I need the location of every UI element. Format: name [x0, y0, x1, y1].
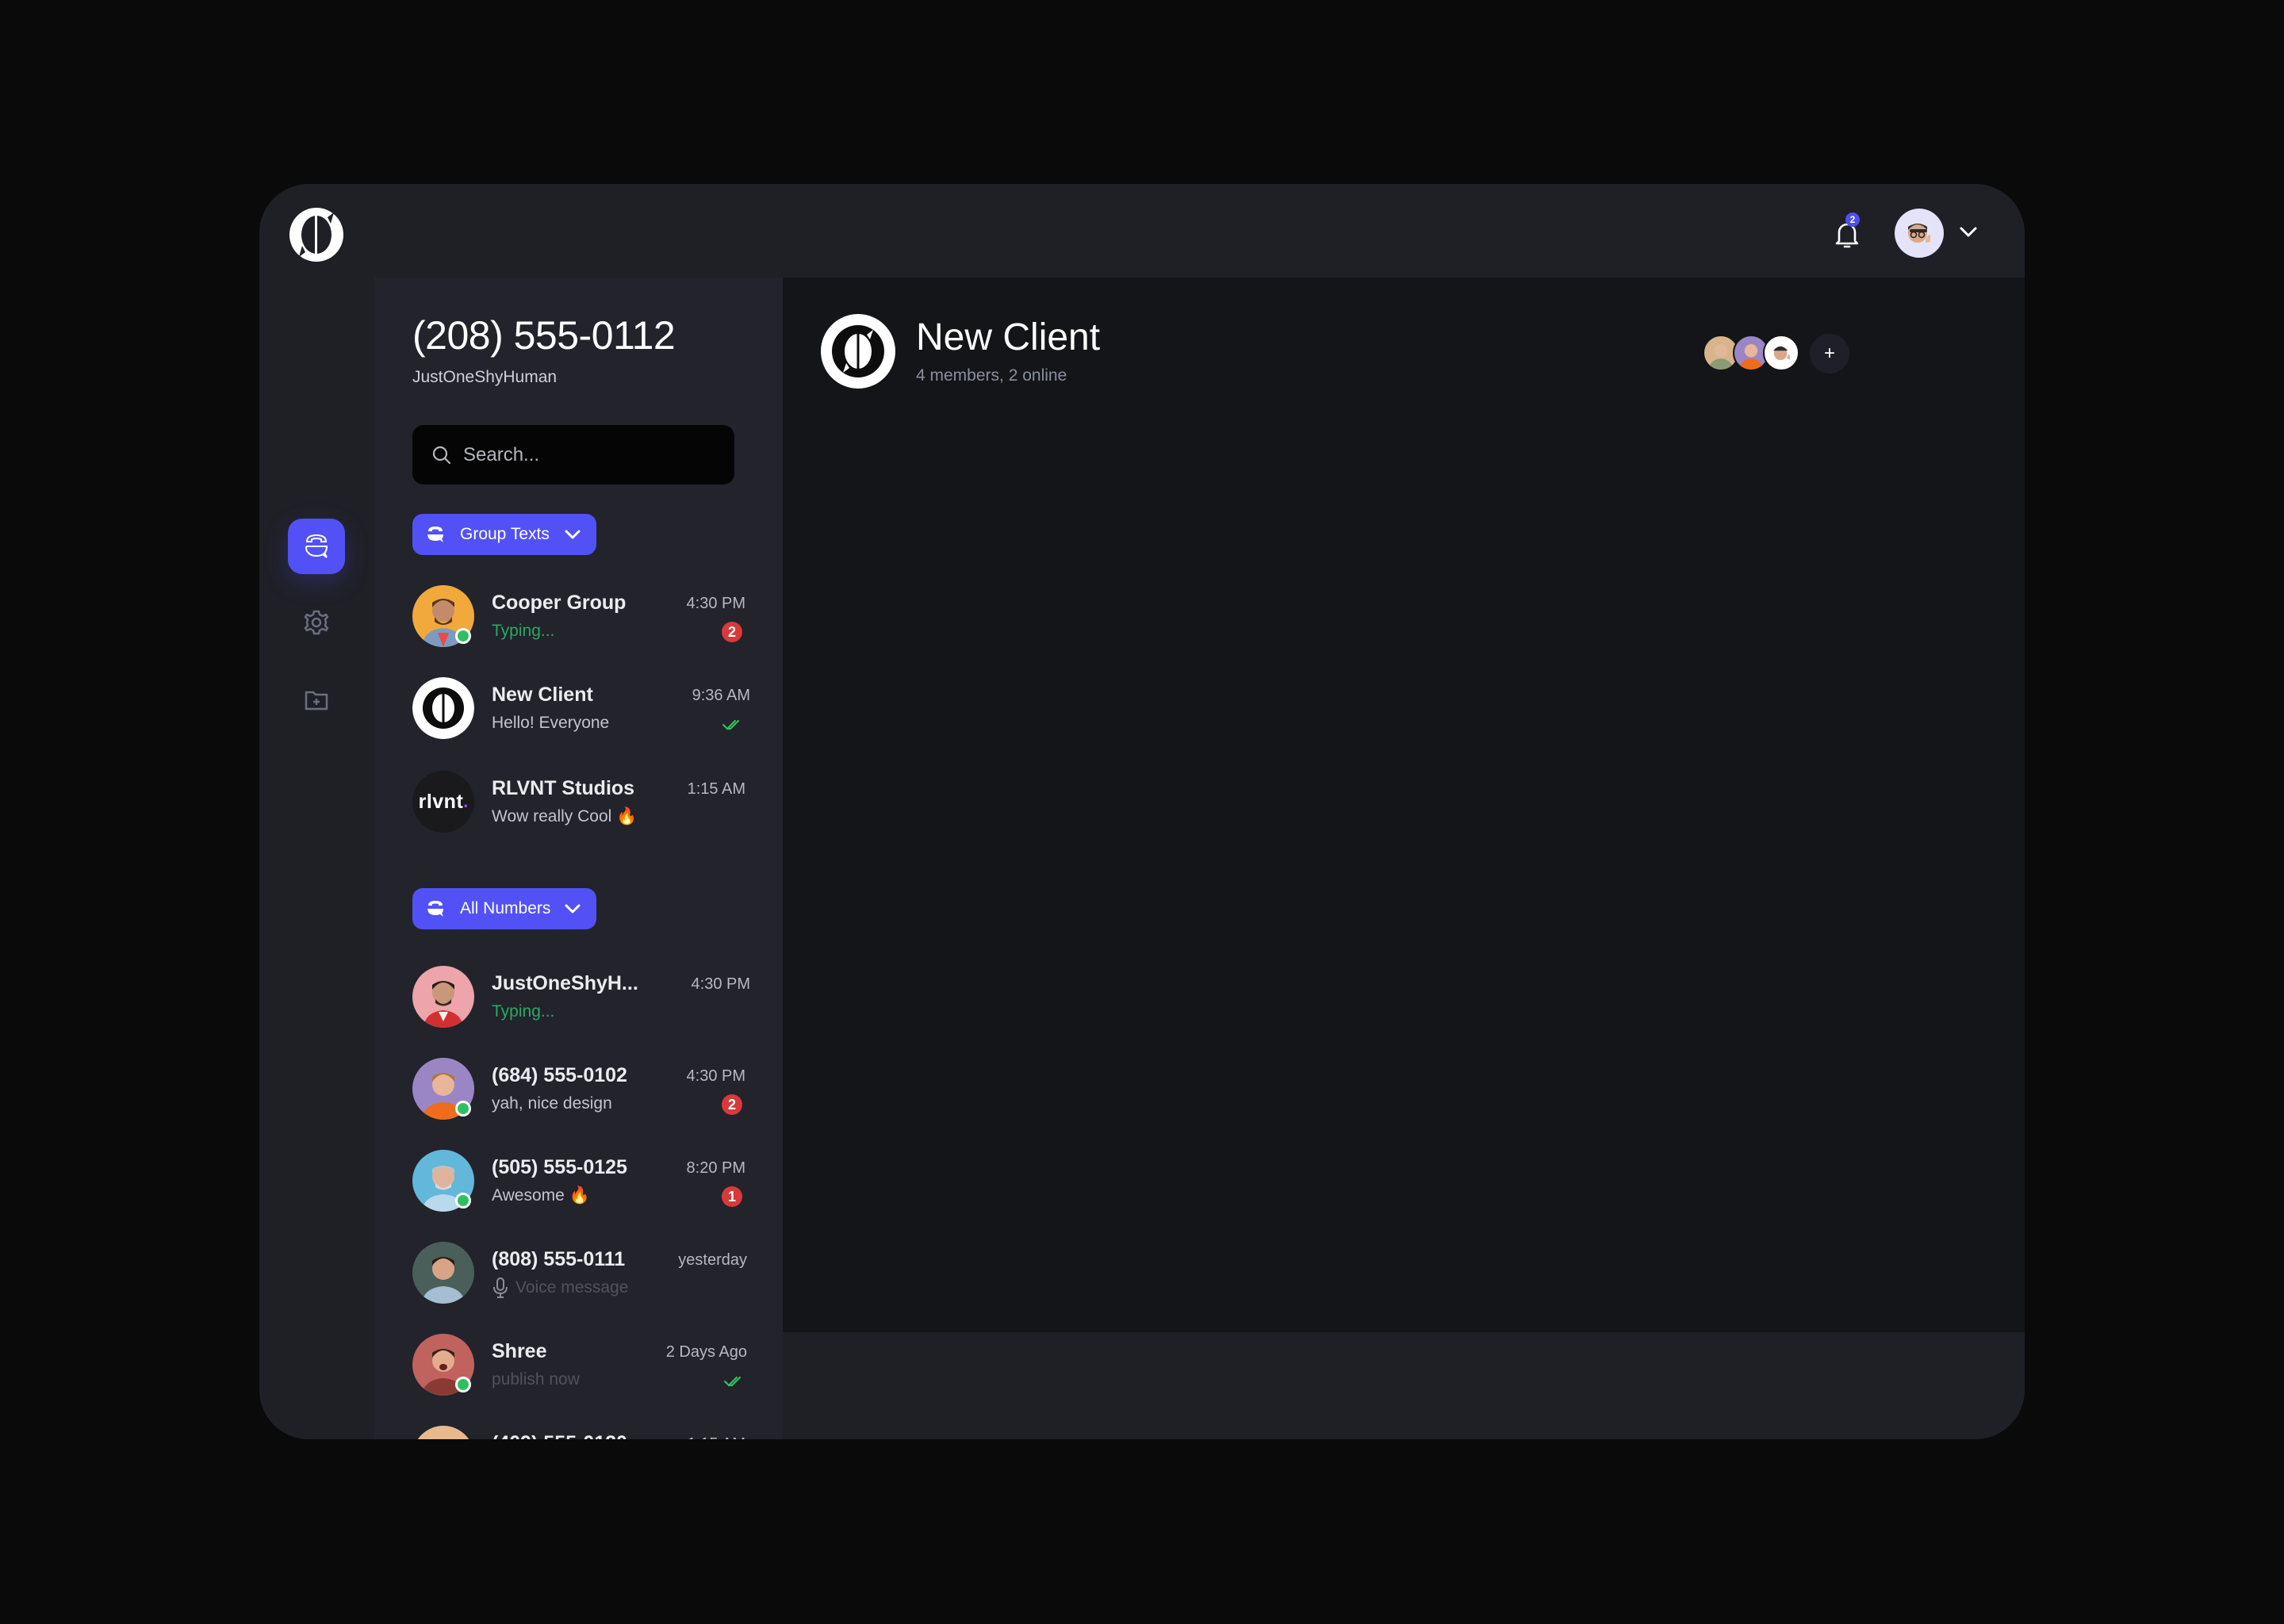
conversation-item[interactable]: (409) 555-0120 1:15 AM — [412, 1426, 745, 1439]
microphone-icon — [493, 1277, 508, 1298]
conversation-name: (808) 555-0111 — [492, 1248, 626, 1270]
chat-title: New Client — [916, 316, 1101, 358]
phone-chat-icon — [305, 534, 328, 558]
online-indicator — [455, 1101, 471, 1116]
conversation-preview: yah, nice design — [492, 1094, 612, 1113]
rlvnt-logo: rlvnt. — [412, 771, 474, 833]
conversation-item[interactable]: Shree publish now 2 Days Ago — [412, 1334, 747, 1397]
account-phone-number: (208) 555-0112 — [412, 313, 676, 358]
conversation-name: JustOneShyH... — [492, 972, 638, 994]
conversation-item[interactable]: (684) 555-0102 yah, nice design 4:30 PM … — [412, 1058, 745, 1121]
user-avatar[interactable] — [1895, 209, 1944, 258]
online-indicator — [455, 1377, 471, 1392]
search-icon — [432, 446, 451, 464]
conversation-time: 2 Days Ago — [665, 1343, 747, 1361]
search-input[interactable] — [463, 443, 717, 466]
member-avatars[interactable] — [1703, 335, 1799, 371]
group-texts-dropdown[interactable]: Group Texts — [412, 514, 596, 555]
conversation-item[interactable]: (808) 555-0111 Voice message yesterday — [412, 1242, 747, 1305]
account-menu-chevron-icon[interactable] — [1955, 220, 1982, 244]
conversation-time: 4:30 PM — [691, 975, 750, 993]
phone-chat-icon — [427, 901, 443, 917]
double-check-icon — [722, 719, 740, 730]
conversation-item[interactable]: Cooper Group Typing... 4:30 PM 2 — [412, 585, 745, 649]
all-numbers-label: All Numbers — [460, 899, 551, 917]
conversation-time: 9:36 AM — [692, 687, 750, 704]
notification-badge: 2 — [1845, 213, 1860, 227]
chat-members-status: 4 members, 2 online — [916, 366, 1067, 385]
folder-plus-icon — [305, 691, 328, 710]
unread-badge: 1 — [722, 1186, 742, 1207]
conversation-name: New Client — [492, 684, 593, 706]
unread-badge: 2 — [722, 622, 742, 642]
conversation-preview: Wow really Cool 🔥 — [492, 807, 638, 825]
conversation-item[interactable]: (505) 555-0125 Awesome 🔥 8:20 PM 1 — [412, 1150, 745, 1213]
memoji-avatar-icon — [1908, 224, 1930, 243]
conversation-time: 1:15 AM — [688, 1435, 745, 1439]
avatar — [412, 1426, 474, 1439]
conversation-name: Shree — [492, 1340, 547, 1362]
conversation-name: (409) 555-0120 — [492, 1432, 627, 1439]
conversation-time: 1:15 AM — [687, 780, 745, 798]
conversation-preview: Typing... — [492, 622, 555, 640]
rail-item-settings[interactable] — [288, 595, 345, 650]
conversation-item[interactable]: rlvnt. RLVNT Studios Wow really Cool 🔥 1… — [412, 771, 745, 834]
conversation-list-panel: (208) 555-0112 JustOneShyHuman Group Tex… — [374, 278, 783, 1439]
search-field[interactable] — [412, 425, 734, 485]
double-check-icon — [723, 1376, 742, 1387]
rail-item-texts[interactable] — [288, 519, 345, 574]
online-indicator — [455, 1193, 471, 1208]
new-client-logo — [412, 677, 474, 739]
conversation-name: Cooper Group — [492, 592, 627, 614]
avatar — [412, 1242, 474, 1304]
conversation-preview: publish now — [492, 1370, 580, 1388]
unread-badge: 2 — [722, 1094, 742, 1115]
app-logo — [289, 208, 343, 262]
conversation-name: RLVNT Studios — [492, 777, 635, 799]
all-numbers-dropdown[interactable]: All Numbers — [412, 888, 596, 929]
add-member-button[interactable]: + — [1810, 334, 1849, 373]
gear-icon — [304, 610, 329, 635]
chat-group-logo — [821, 314, 895, 389]
rail-item-new-folder[interactable] — [288, 672, 345, 728]
conversation-name: (684) 555-0102 — [492, 1064, 627, 1086]
conversation-preview: Voice message — [515, 1278, 629, 1297]
chevron-down-icon — [565, 530, 581, 539]
chevron-down-icon — [565, 904, 581, 914]
account-username: JustOneShyHuman — [412, 368, 558, 386]
conversation-time: yesterday — [678, 1251, 747, 1269]
conversation-preview: Hello! Everyone — [492, 714, 610, 732]
online-indicator — [455, 628, 471, 644]
conversation-time: 4:30 PM — [686, 1067, 745, 1085]
app-window: 2 (208) 555-0112 JustOneShyHuman Search.… — [259, 184, 2025, 1439]
conversation-time: 8:20 PM — [686, 1159, 745, 1177]
conversation-preview: Typing... — [492, 1002, 555, 1021]
group-texts-label: Group Texts — [460, 525, 550, 543]
conversation-item[interactable]: JustOneShyH... Typing... 4:30 PM — [412, 966, 750, 1029]
conversation-item[interactable]: New Client Hello! Everyone 9:36 AM — [412, 677, 750, 741]
avatar — [412, 966, 474, 1028]
phone-chat-icon — [427, 527, 443, 542]
conversation-time: 4:30 PM — [686, 595, 745, 612]
conversation-preview: Awesome 🔥 — [492, 1186, 590, 1205]
member-avatar — [1763, 335, 1799, 371]
conversation-name: (505) 555-0125 — [492, 1156, 627, 1178]
chat-pane: New Client 4 members, 2 online + — [783, 278, 2025, 1332]
